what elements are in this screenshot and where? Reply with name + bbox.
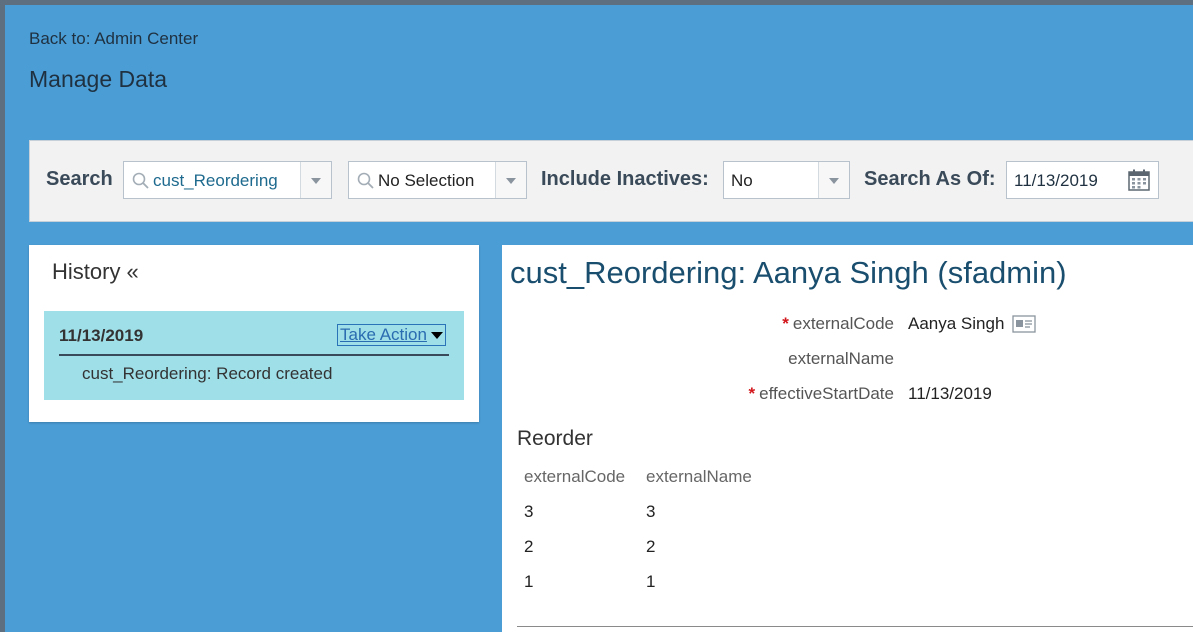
- required-marker: *: [748, 384, 756, 403]
- object-type-combobox[interactable]: cust_Reordering: [123, 161, 332, 199]
- chevron-down-icon[interactable]: [495, 162, 526, 198]
- back-to-admin-center-link[interactable]: Back to: Admin Center: [29, 29, 198, 49]
- history-entry[interactable]: 11/13/2019 Take Action cust_Reordering: …: [44, 311, 464, 400]
- search-label: Search: [46, 168, 113, 190]
- field-value-effective-start-date: 11/13/2019: [908, 384, 992, 403]
- record-detail-panel: cust_Reordering: Aanya Singh (sfadmin) *…: [502, 245, 1193, 632]
- field-label-external-name: externalName: [788, 349, 894, 368]
- take-action-button[interactable]: Take Action: [337, 324, 446, 346]
- page-title: Manage Data: [29, 66, 168, 92]
- chevron-down-icon[interactable]: [818, 162, 849, 198]
- contact-card-icon[interactable]: [1012, 315, 1037, 333]
- record-combobox[interactable]: No Selection: [348, 161, 527, 199]
- object-type-value: cust_Reordering: [153, 171, 278, 190]
- app-shell: Back to: Admin Center Manage Data Search…: [5, 5, 1193, 632]
- table-header-external-code: externalCode: [524, 467, 626, 486]
- search-as-of-date-value: 11/13/2019: [1014, 171, 1098, 190]
- table-header-external-name: externalName: [646, 467, 752, 486]
- table-cell: 3: [646, 502, 656, 521]
- history-entry-date: 11/13/2019: [59, 326, 144, 345]
- divider: [517, 626, 1193, 627]
- take-action-label: Take Action: [340, 325, 427, 344]
- reorder-section-title: Reorder: [517, 427, 593, 450]
- include-inactives-select[interactable]: No: [723, 161, 850, 199]
- table-cell: 1: [646, 572, 656, 591]
- caret-down-icon: [430, 332, 443, 340]
- field-label-external-code: * externalCode: [782, 314, 894, 333]
- search-as-of-date-input[interactable]: 11/13/2019: [1006, 161, 1159, 199]
- history-collapse-toggle[interactable]: History «: [52, 259, 139, 285]
- field-label-effective-start-date: * effectiveStartDate: [748, 384, 894, 403]
- chevron-down-icon[interactable]: [300, 162, 331, 198]
- calendar-icon[interactable]: [1127, 168, 1151, 192]
- search-icon: [357, 172, 374, 189]
- include-inactives-value: No: [731, 171, 753, 190]
- history-panel: History « 11/13/2019 Take Action cust_Re…: [29, 245, 479, 422]
- field-value-external-code: Aanya Singh: [908, 314, 1037, 334]
- table-cell: 1: [524, 572, 534, 591]
- required-marker: *: [782, 314, 789, 333]
- search-bar: Search cust_Reordering No Selection Incl…: [29, 140, 1193, 222]
- search-icon: [132, 172, 149, 189]
- history-entry-description: cust_Reordering: Record created: [82, 364, 333, 383]
- table-cell: 2: [646, 537, 656, 556]
- search-as-of-label: Search As Of:: [864, 168, 996, 190]
- record-title: cust_Reordering: Aanya Singh (sfadmin): [510, 255, 1067, 290]
- table-cell: 2: [524, 537, 534, 556]
- include-inactives-label: Include Inactives:: [541, 168, 709, 190]
- divider: [59, 354, 449, 356]
- table-cell: 3: [524, 502, 534, 521]
- record-value: No Selection: [378, 171, 475, 190]
